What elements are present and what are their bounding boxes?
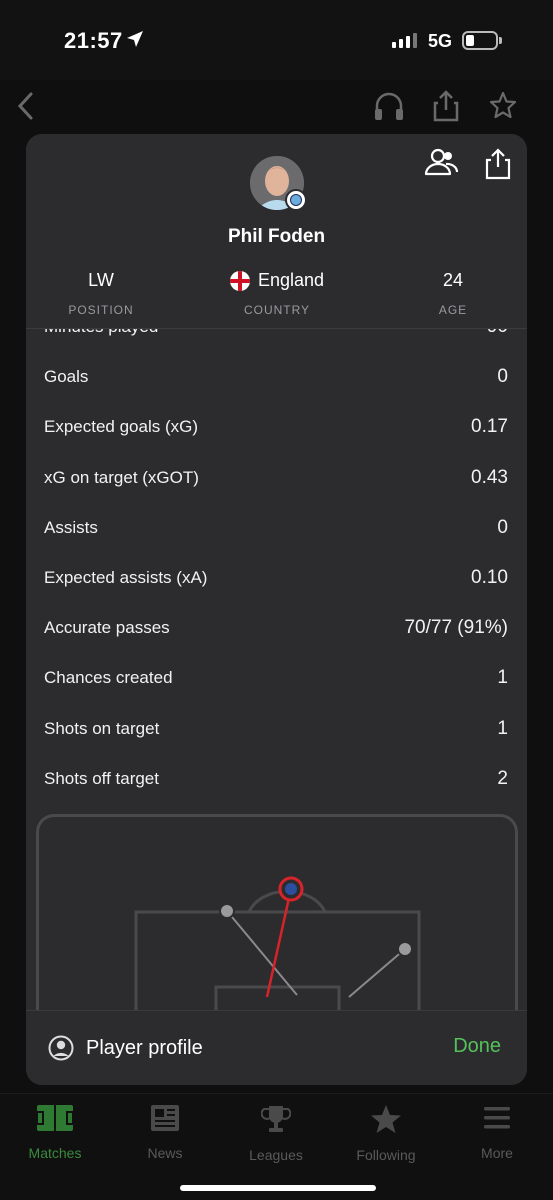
menu-icon — [484, 1107, 510, 1129]
position-value: LW — [88, 270, 114, 290]
stats-list[interactable]: Minutes played90 Goals0 Expected goals (… — [26, 302, 527, 804]
share-icon[interactable] — [432, 88, 460, 124]
age-label: AGE — [438, 303, 468, 317]
favorite-star-icon[interactable] — [488, 88, 518, 124]
position-label: POSITION — [68, 303, 134, 317]
battery-icon — [462, 31, 498, 50]
status-time: 21:57 — [64, 28, 123, 53]
tab-label: More — [481, 1145, 513, 1161]
audio-icon[interactable] — [372, 88, 406, 124]
follow-player-icon[interactable] — [424, 148, 458, 178]
player-profile-label: Player profile — [86, 1036, 203, 1059]
news-icon — [151, 1105, 179, 1131]
england-flag-icon — [229, 270, 250, 291]
tab-more[interactable]: More — [442, 1104, 552, 1161]
tab-news[interactable]: News — [110, 1104, 220, 1161]
stat-row: Assists 0 — [44, 516, 508, 538]
stat-row: xG on target (xGOT) 0.43 — [44, 466, 508, 488]
back-icon[interactable] — [14, 88, 38, 124]
tab-matches[interactable]: Matches — [0, 1104, 110, 1161]
done-button[interactable]: Done — [453, 1035, 501, 1058]
trophy-icon — [260, 1106, 292, 1132]
tab-bar: Matches News Leagues Following More — [0, 1093, 553, 1200]
player-name: Phil Foden — [227, 226, 326, 247]
player-header: Phil Foden LW POSITION England COUNTRY 2… — [26, 134, 527, 329]
shot-map-graphic — [134, 876, 421, 1012]
tab-following[interactable]: Following — [331, 1104, 441, 1163]
signal-icon — [392, 33, 417, 48]
star-icon — [371, 1105, 401, 1133]
status-bar: 21:57 5G — [0, 0, 553, 80]
stat-row: Chances created 1 — [44, 667, 508, 689]
player-stats-modal: Phil Foden LW POSITION England COUNTRY 2… — [26, 134, 527, 1085]
club-badge-icon — [285, 189, 307, 211]
modal-footer: Player profile Done — [26, 1010, 527, 1085]
shot-marker[interactable] — [219, 903, 235, 919]
background-topbar — [0, 80, 553, 140]
country-value: England — [257, 270, 325, 290]
stat-row: Shots off target 2 — [44, 767, 508, 789]
country-label: COUNTRY — [243, 303, 311, 317]
shot-map[interactable] — [36, 814, 518, 1034]
tab-label: Leagues — [249, 1147, 303, 1163]
home-indicator[interactable] — [180, 1185, 376, 1191]
country-info: England COUNTRY — [202, 270, 352, 317]
stat-row: Shots on target 1 — [44, 717, 508, 739]
age-value: 24 — [442, 270, 464, 290]
shot-marker-inner — [285, 883, 297, 895]
tab-leagues[interactable]: Leagues — [221, 1104, 331, 1163]
shot-marker[interactable] — [397, 941, 413, 957]
location-arrow-icon — [127, 31, 143, 47]
stat-row: Goals 0 — [44, 366, 508, 388]
player-profile-button[interactable]: Player profile — [48, 1035, 203, 1061]
share-player-icon[interactable] — [485, 148, 511, 180]
tab-label: Matches — [28, 1145, 82, 1161]
pitch-icon — [36, 1105, 74, 1131]
stat-row: Accurate passes 70/77 (91%) — [44, 617, 508, 639]
position-info: LW POSITION — [26, 270, 176, 317]
stat-row: Expected assists (xA) 0.10 — [44, 566, 508, 588]
tab-label: News — [147, 1145, 183, 1161]
age-info: 24 AGE — [378, 270, 527, 317]
network-type: 5G — [428, 31, 453, 51]
tab-label: Following — [356, 1147, 416, 1163]
person-circle-icon — [48, 1035, 74, 1061]
stat-row: Expected goals (xG) 0.17 — [44, 416, 508, 438]
